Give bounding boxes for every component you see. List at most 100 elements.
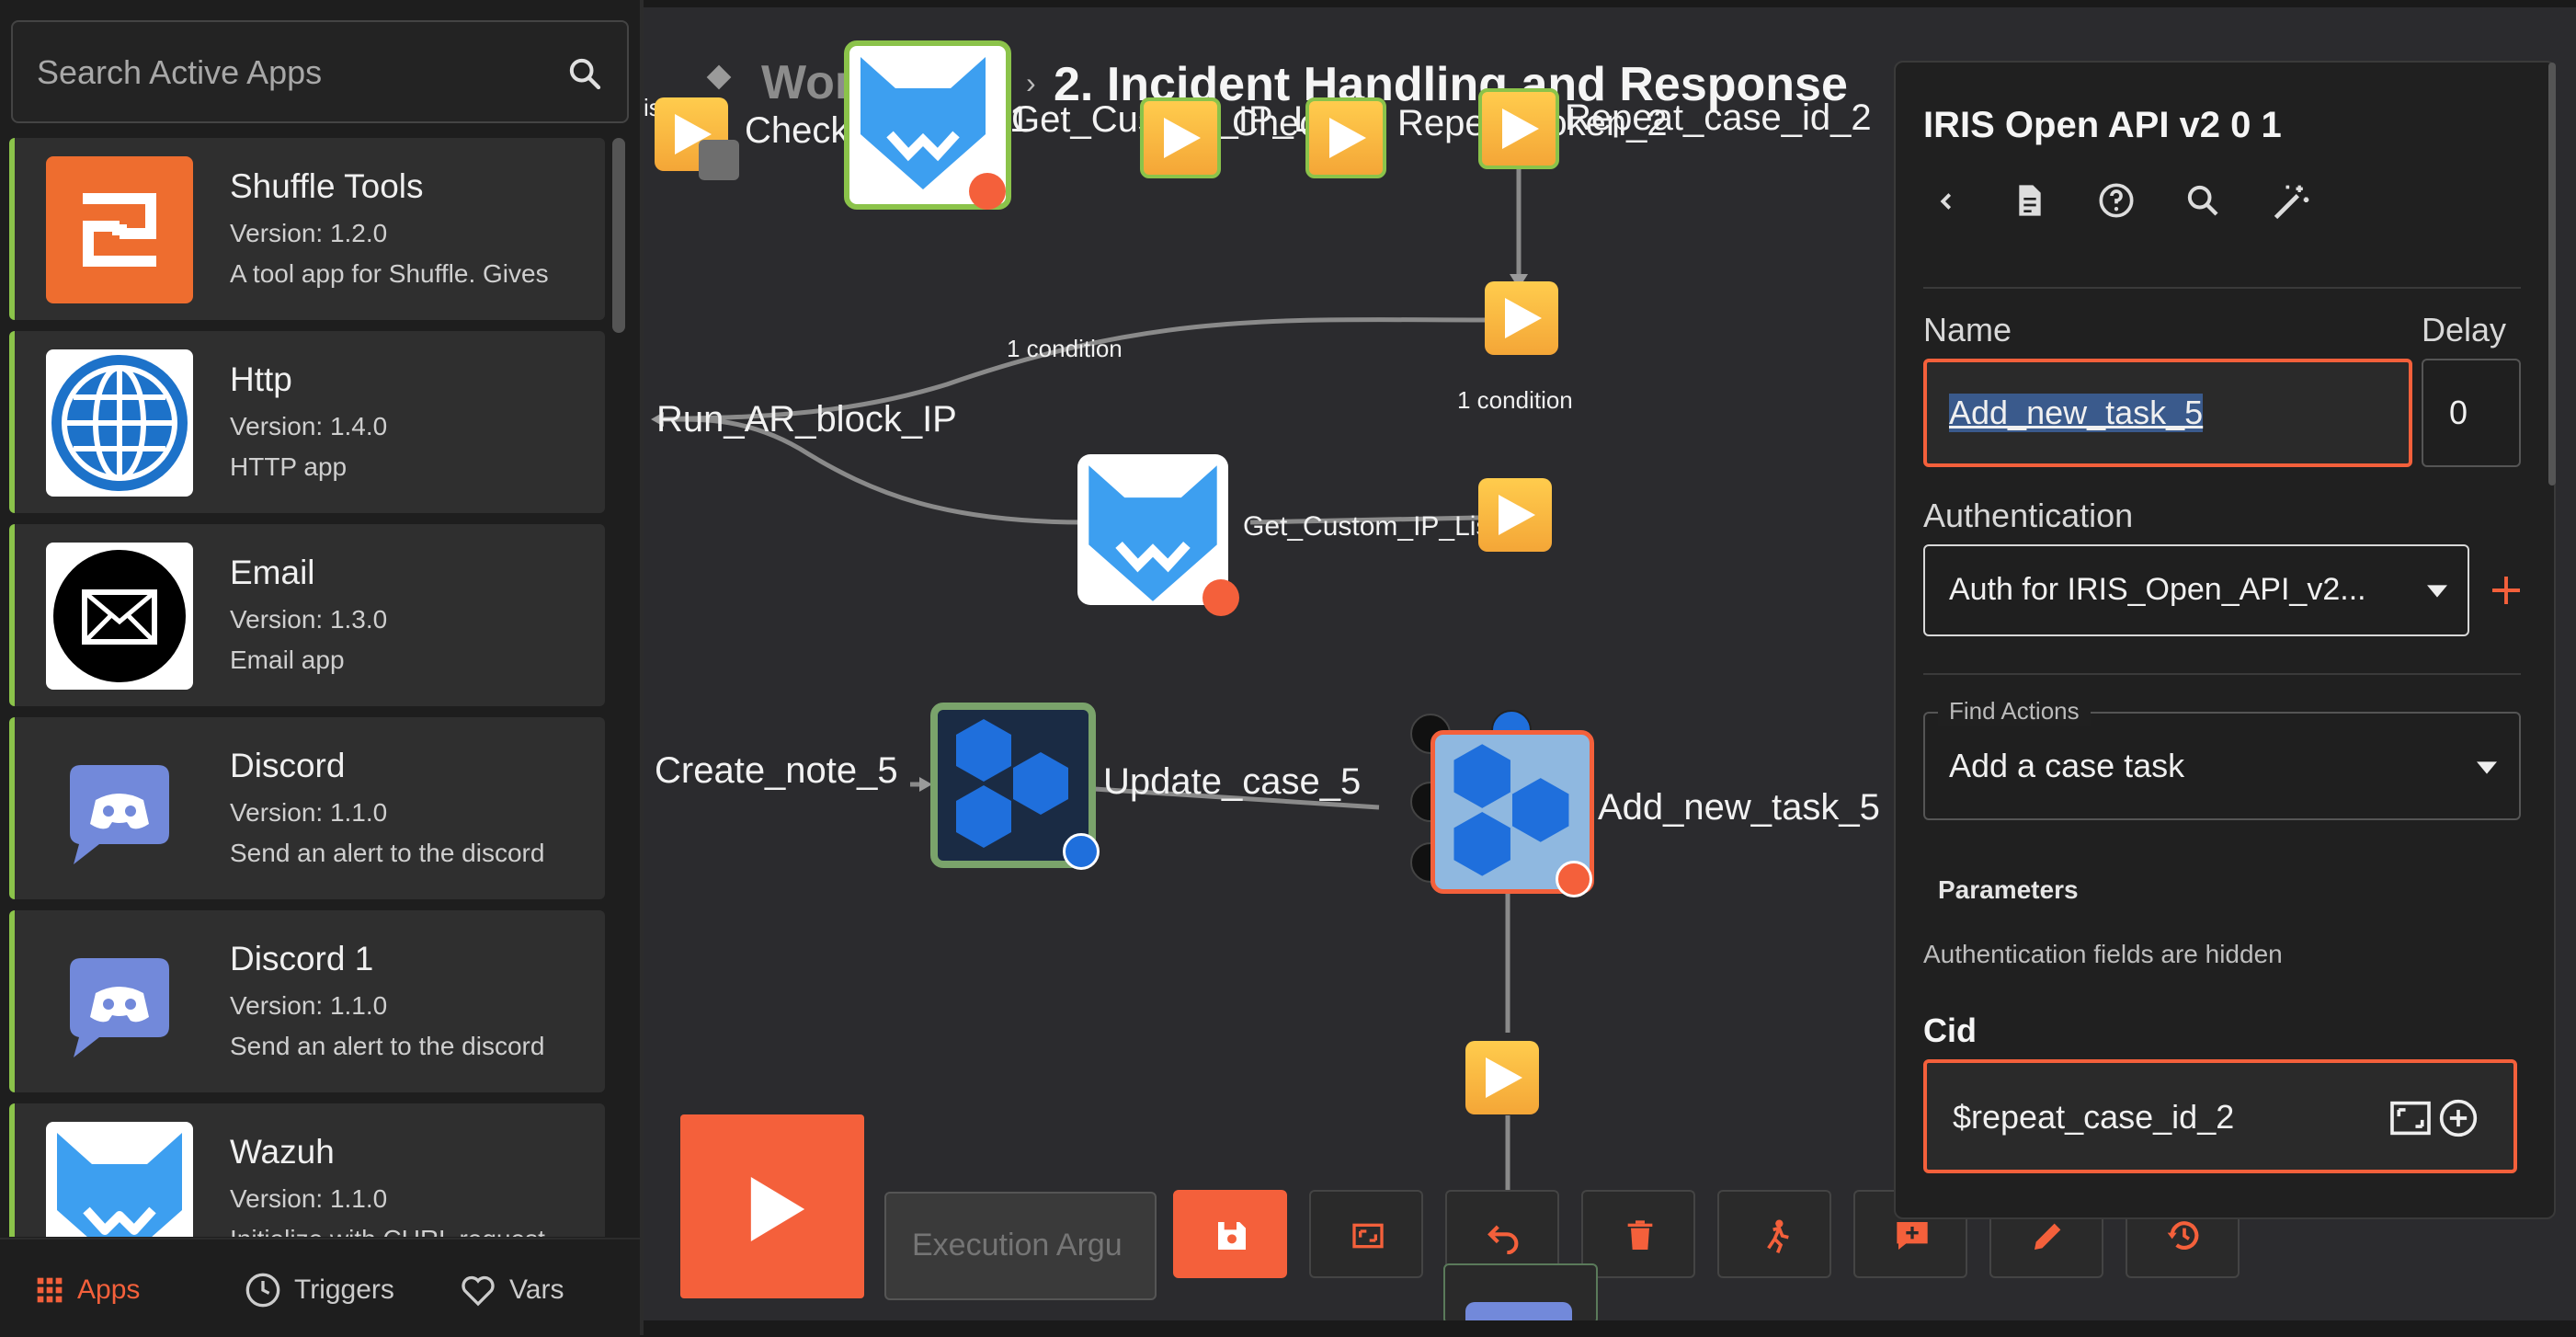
app-description: HTTP app: [230, 452, 348, 481]
wazuh-logo: [46, 1122, 193, 1237]
find-actions-label: Find Actions: [1938, 697, 2091, 726]
heart-icon: [462, 1275, 495, 1307]
cid-label: Cid: [1923, 1011, 1977, 1049]
search-icon[interactable]: [566, 55, 603, 92]
app-name: Discord: [230, 747, 346, 784]
name-label: Name: [1923, 311, 2012, 349]
delay-field[interactable]: 0: [2422, 359, 2521, 467]
app-card-discord[interactable]: Discord Version: 1.1.0 Send an alert to …: [9, 717, 605, 899]
delete-selected-button[interactable]: [1581, 1190, 1695, 1278]
app-description: Email app: [230, 646, 345, 674]
fit-view-icon: [1352, 1223, 1384, 1249]
app-name: Email: [230, 554, 315, 591]
condition-label-2[interactable]: 1 condition: [1457, 386, 1573, 415]
authentication-label: Authentication: [1923, 497, 2134, 534]
app-name: Discord 1: [230, 940, 374, 977]
action-name-value[interactable]: Add_new_task_5: [1949, 394, 2204, 432]
app-description: Initialize with CURL request: [230, 1225, 545, 1237]
expand-field-icon[interactable]: [2390, 1100, 2431, 1137]
shuffle-tools-badge-icon: [699, 140, 739, 180]
app-list-scrollbar[interactable]: [612, 138, 625, 333]
fit-view-button[interactable]: [1309, 1190, 1423, 1278]
globe-logo: [46, 349, 193, 497]
tab-apps-label: Apps: [77, 1274, 141, 1305]
trigger-node-bottom[interactable]: [1465, 1041, 1539, 1114]
authentication-value: Auth for IRIS_Open_API_v2...: [1949, 572, 2366, 607]
history-icon: [2167, 1221, 2199, 1250]
search-apps-input[interactable]: [35, 22, 553, 123]
tab-vars[interactable]: Vars: [460, 1267, 564, 1313]
app-description: Send an alert to the discord: [230, 1032, 545, 1060]
run-steps-button[interactable]: [1717, 1190, 1831, 1278]
magic-wand-icon[interactable]: [2271, 182, 2311, 223]
discord-logo: [46, 736, 193, 883]
execution-argument-input[interactable]: [910, 1221, 1134, 1269]
add-icon[interactable]: [1556, 861, 1592, 897]
node-label-check: Check: [745, 110, 849, 151]
execute-workflow-button[interactable]: [680, 1114, 864, 1298]
tab-vars-label: Vars: [509, 1274, 564, 1305]
add-variable-icon[interactable]: [2438, 1098, 2479, 1138]
node-label-run-ar-block-ip: Run_AR_block_IP: [656, 399, 957, 440]
trigger-node-check[interactable]: [1305, 97, 1386, 178]
cid-value[interactable]: $repeat_case_id_2: [1953, 1098, 2234, 1137]
save-button[interactable]: [1173, 1190, 1287, 1278]
apps-sidebar: Shuffle Tools Version: 1.2.0 A tool app …: [0, 0, 644, 1337]
clock-icon: [245, 1273, 280, 1308]
workflow-icon: [706, 64, 732, 90]
authentication-select[interactable]: Auth for IRIS_Open_API_v2...: [1923, 544, 2469, 636]
find-actions-value: Add a case task: [1949, 747, 2185, 784]
discord-logo: [46, 929, 193, 1076]
app-name: Http: [230, 360, 292, 398]
app-name: Shuffle Tools: [230, 167, 424, 205]
trigger-node-get-custom-2[interactable]: [1478, 478, 1552, 552]
grid-icon: [37, 1277, 63, 1303]
app-version: Version: 1.1.0: [230, 1184, 388, 1213]
condition-node-1[interactable]: [1485, 281, 1558, 355]
search-icon[interactable]: [2184, 182, 2221, 219]
find-actions-select[interactable]: Find Actions Add a case task: [1923, 697, 2521, 820]
app-description: Send an alert to the discord: [230, 839, 545, 867]
list-icon: [969, 173, 1006, 210]
tab-apps[interactable]: Apps: [35, 1267, 140, 1313]
app-list: Shuffle Tools Version: 1.2.0 A tool app …: [9, 138, 607, 1237]
app-version: Version: 1.2.0: [230, 219, 388, 247]
sidebar-bottom-nav: Apps Triggers Vars: [0, 1238, 640, 1337]
partial-node-bottom[interactable]: [1443, 1263, 1598, 1320]
app-card-http[interactable]: Http Version: 1.4.0 HTTP app: [9, 331, 605, 513]
app-description: A tool app for Shuffle. Gives: [230, 259, 549, 288]
parameters-heading: Parameters: [1938, 875, 2079, 904]
panel-scrollbar[interactable]: [2548, 63, 2556, 486]
delay-value[interactable]: 0: [2449, 394, 2468, 432]
caret-down-icon: [2477, 761, 2497, 774]
wazuh-node-middle[interactable]: [1077, 454, 1228, 605]
app-card-discord-1[interactable]: Discord 1 Version: 1.1.0 Send an alert t…: [9, 910, 605, 1092]
trash-icon: [1627, 1220, 1653, 1250]
action-name-field[interactable]: Add_new_task_5: [1923, 359, 2412, 467]
trigger-node-get-custom[interactable]: [1140, 97, 1221, 178]
list-icon: [1203, 579, 1239, 616]
comment-add-icon: [1897, 1222, 1928, 1250]
tab-triggers[interactable]: Triggers: [245, 1267, 394, 1313]
chevron-left-icon[interactable]: [1932, 188, 1960, 215]
undo-icon: [1487, 1225, 1519, 1254]
condition-label-1[interactable]: 1 condition: [1007, 335, 1123, 363]
caret-down-icon: [2427, 585, 2447, 598]
execution-argument-field[interactable]: [884, 1192, 1157, 1300]
trigger-node-repeat[interactable]: [1478, 88, 1559, 169]
app-version: Version: 1.4.0: [230, 412, 388, 440]
app-name: Wazuh: [230, 1133, 335, 1171]
action-properties-panel: IRIS Open API v2 0 1 Name Delay Add_new_…: [1894, 61, 2556, 1219]
document-icon[interactable]: [2012, 182, 2048, 219]
help-icon[interactable]: [2098, 182, 2135, 219]
shuffle-tools-logo: [46, 156, 193, 303]
app-card-shuffle-tools[interactable]: Shuffle Tools Version: 1.2.0 A tool app …: [9, 138, 605, 320]
cid-field[interactable]: $repeat_case_id_2: [1923, 1059, 2517, 1173]
search-apps-box[interactable]: [11, 20, 629, 123]
pencil-icon: [2035, 1223, 2061, 1250]
app-card-wazuh[interactable]: Wazuh Version: 1.1.0 Initialize with CUR…: [9, 1103, 605, 1237]
save-icon: [1218, 1222, 1246, 1250]
node-label-create-note: Create_note_5: [655, 750, 898, 791]
plus-icon[interactable]: [2490, 574, 2523, 607]
app-card-email[interactable]: Email Version: 1.3.0 Email app: [9, 524, 605, 706]
